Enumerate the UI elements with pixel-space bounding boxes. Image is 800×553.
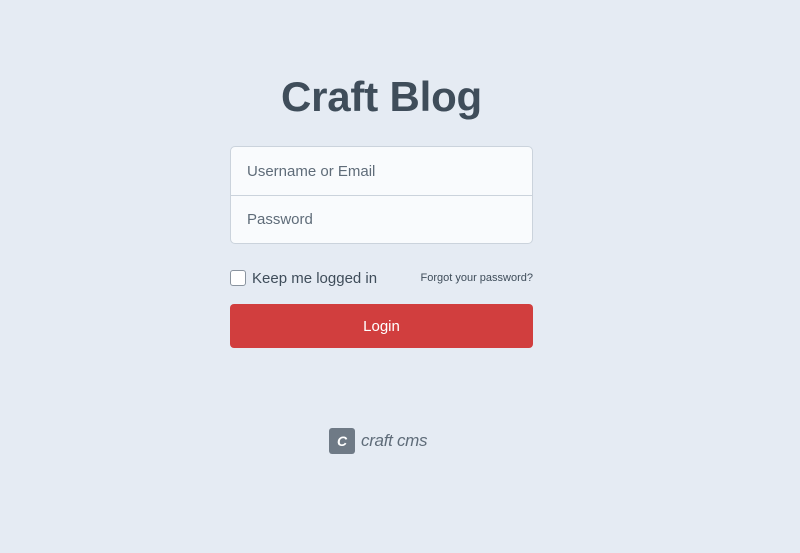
credentials-fieldset xyxy=(230,146,533,244)
login-options: Keep me logged in Forgot your password? xyxy=(230,269,533,287)
forgot-password-link[interactable]: Forgot your password? xyxy=(421,272,534,284)
login-button[interactable]: Login xyxy=(230,304,533,348)
craft-cms-branding[interactable]: C craft cms xyxy=(329,428,428,454)
login-container: Craft Blog Keep me logged in Forgot your… xyxy=(230,66,533,348)
site-title: Craft Blog xyxy=(281,73,482,120)
keep-logged-in-label: Keep me logged in xyxy=(252,269,378,287)
craft-cms-logo-icon: C xyxy=(329,428,355,454)
username-input[interactable] xyxy=(231,147,532,195)
password-input[interactable] xyxy=(231,195,532,243)
keep-logged-in-toggle[interactable]: Keep me logged in xyxy=(230,270,377,287)
keep-logged-in-checkbox[interactable] xyxy=(230,270,246,286)
craft-cms-wordmark: craft cms xyxy=(361,431,428,450)
